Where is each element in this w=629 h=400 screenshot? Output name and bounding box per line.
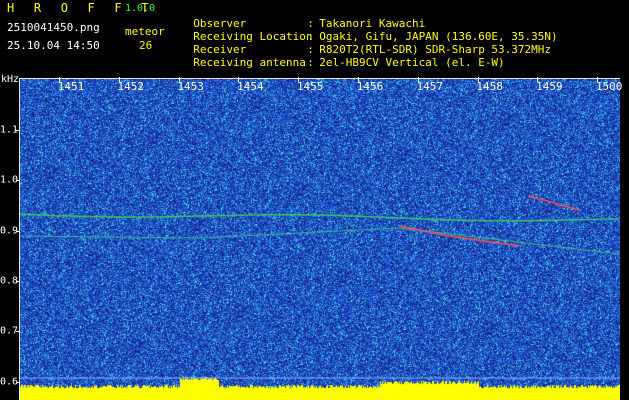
frequency-tick xyxy=(16,180,20,182)
time-label: 1456 xyxy=(356,80,384,93)
time-tick xyxy=(118,77,120,82)
time-tick xyxy=(537,77,539,82)
frequency-tick xyxy=(16,280,20,282)
info-value: 2el-HB9CV Vertical (el. E-W) xyxy=(319,56,505,69)
meteor-count: 26 xyxy=(139,39,153,52)
time-tick xyxy=(59,77,60,82)
time-label: 1454 xyxy=(237,80,264,93)
meteor-label: meteor xyxy=(125,25,165,38)
spectrogram xyxy=(19,78,620,400)
frequency-unit-label: kHz xyxy=(1,74,20,85)
datetime: 25.10.04 14:50 xyxy=(7,39,100,52)
frequency-tick xyxy=(16,130,20,131)
time-label: 1459 xyxy=(536,80,563,93)
time-label: 1452 xyxy=(117,80,145,93)
file-name: 2510041450.png xyxy=(7,21,100,34)
time-label: 1500 xyxy=(595,80,623,93)
time-tick xyxy=(178,77,180,82)
time-label: 1455 xyxy=(296,80,324,93)
frequency-tick xyxy=(16,381,20,383)
frequency-tick xyxy=(16,331,20,333)
info-colon: : xyxy=(307,56,314,69)
frequency-tick xyxy=(16,230,20,232)
time-label: 1458 xyxy=(476,80,503,93)
time-label: 1453 xyxy=(177,80,204,93)
axis-line-left xyxy=(19,78,20,400)
time-tick xyxy=(597,77,599,82)
spectrogram-canvas xyxy=(19,78,620,400)
axis-line-top xyxy=(19,78,620,79)
time-tick xyxy=(238,77,240,82)
info-row-antenna: Receiving antenna: 2el-HB9CV Vertical (el… xyxy=(180,43,505,69)
time-label: 1451 xyxy=(57,80,85,93)
time-label: 1457 xyxy=(416,80,444,93)
time-tick xyxy=(298,77,300,82)
app-version: 1.0.0 xyxy=(125,3,156,14)
info-key: Receiving antenna xyxy=(193,56,306,69)
time-tick xyxy=(417,77,419,82)
time-tick xyxy=(477,77,479,82)
time-tick xyxy=(358,77,359,82)
